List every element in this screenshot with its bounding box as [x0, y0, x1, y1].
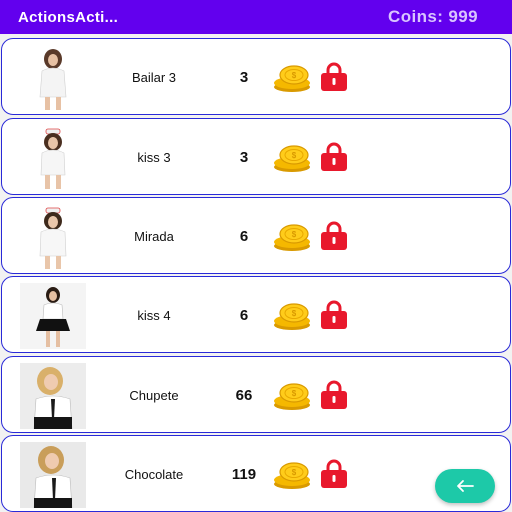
action-name: Bailar 3 — [131, 70, 177, 85]
gold-coins-icon: $ — [274, 303, 310, 330]
gold-coins-icon: $ — [274, 383, 310, 410]
action-card[interactable]: kiss 3 3 $ — [1, 118, 511, 195]
gold-coins-icon: $ — [274, 145, 310, 172]
action-name: kiss 3 — [137, 150, 171, 165]
girl-photo-icon — [20, 204, 86, 270]
girl-photo-icon — [20, 283, 86, 349]
action-thumbnail — [20, 125, 86, 191]
girl-photo-icon — [20, 125, 86, 191]
girl-photo-icon — [20, 442, 86, 508]
action-name: Mirada — [134, 229, 174, 244]
action-card[interactable]: Chocolate 119 $ — [1, 435, 511, 512]
gold-coins-icon: $ — [274, 224, 310, 251]
action-name: kiss 4 — [137, 308, 171, 323]
girl-photo-icon — [20, 45, 86, 111]
action-thumbnail — [20, 283, 86, 349]
action-thumbnail — [20, 45, 86, 111]
coins-balance: Coins: 999 — [388, 7, 478, 26]
action-card[interactable]: kiss 4 6 $ — [1, 276, 511, 353]
action-price: 6 — [239, 307, 249, 324]
lock-icon[interactable] — [318, 380, 350, 410]
app-title: ActionsActi... — [18, 8, 119, 26]
action-thumbnail — [20, 363, 86, 429]
gold-coins-icon: $ — [274, 65, 310, 92]
action-card[interactable]: Mirada 6 $ — [1, 197, 511, 274]
lock-icon[interactable] — [318, 62, 350, 92]
svg-text:$: $ — [292, 230, 297, 239]
svg-text:$: $ — [292, 151, 297, 160]
back-fab-button[interactable] — [435, 469, 495, 503]
svg-text:$: $ — [292, 309, 297, 318]
action-price: 119 — [231, 466, 257, 483]
app-bar: ActionsActi... Coins: 999 — [0, 0, 512, 34]
lock-icon[interactable] — [318, 221, 350, 251]
action-thumbnail — [20, 442, 86, 508]
action-card[interactable]: Bailar 3 3 $ — [1, 38, 511, 115]
action-name: Chupete — [129, 388, 179, 403]
arrow-left-icon — [457, 480, 474, 492]
action-price: 66 — [235, 387, 253, 404]
lock-icon[interactable] — [318, 459, 350, 489]
action-card[interactable]: Chupete 66 $ — [1, 356, 511, 433]
actions-list[interactable]: Bailar 3 3 $ kiss 3 3 $ Mirada 6 $ kiss … — [0, 34, 512, 512]
gold-coins-icon: $ — [274, 462, 310, 489]
svg-text:$: $ — [292, 468, 297, 477]
action-thumbnail — [20, 204, 86, 270]
lock-icon[interactable] — [318, 300, 350, 330]
girl-photo-icon — [20, 363, 86, 429]
action-price: 3 — [239, 69, 249, 86]
action-name: Chocolate — [124, 467, 184, 482]
svg-text:$: $ — [292, 389, 297, 398]
action-price: 3 — [239, 149, 249, 166]
lock-icon[interactable] — [318, 142, 350, 172]
action-price: 6 — [239, 228, 249, 245]
svg-text:$: $ — [292, 71, 297, 80]
